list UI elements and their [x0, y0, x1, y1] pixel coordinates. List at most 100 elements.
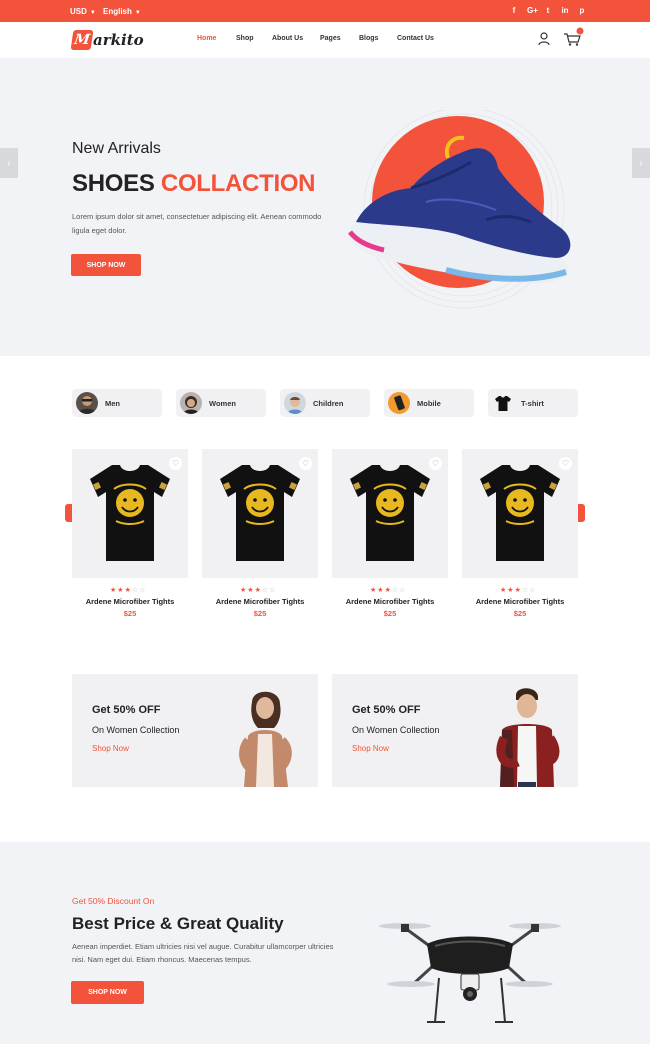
logo-mark: M — [70, 30, 94, 50]
header: M arkito Home Shop About Us Pages Blogs … — [0, 22, 650, 58]
product-card-image[interactable]: ♡ — [72, 449, 188, 578]
product-name[interactable]: Ardene Microfiber Tights — [202, 597, 318, 606]
star-empty-icon: ☆ — [529, 587, 537, 594]
chevron-down-icon: ▼ — [89, 10, 96, 16]
language-select[interactable]: English ▼ — [103, 7, 141, 16]
women-avatar-icon — [180, 392, 202, 414]
logo-text: arkito — [93, 31, 144, 49]
nav-about-us[interactable]: About Us — [272, 35, 303, 42]
category-label: Women — [209, 399, 236, 408]
linkedin-icon[interactable]: in — [561, 6, 569, 15]
nav-contact-us[interactable]: Contact Us — [397, 35, 434, 42]
promo-subheading: On Women Collection — [352, 725, 440, 735]
product-name[interactable]: Ardene Microfiber Tights — [72, 597, 188, 606]
heart-icon[interactable]: ♡ — [299, 457, 312, 470]
star-filled-icon: ★ — [514, 587, 522, 594]
star-empty-icon: ☆ — [399, 587, 407, 594]
drone-image — [379, 923, 561, 1023]
product-card-image[interactable]: ♡ — [332, 449, 448, 578]
product-card-image[interactable]: ♡ — [202, 449, 318, 578]
product-price: $25 — [383, 609, 397, 618]
chevron-left-icon: ‹ — [7, 157, 11, 169]
rating-stars: ★★★☆☆ — [500, 586, 536, 594]
hero-subtitle: New Arrivals — [72, 140, 161, 157]
discount-kicker: Get 50% Discount On — [72, 896, 155, 906]
product-price: $25 — [123, 609, 137, 618]
woman-model-image — [239, 691, 292, 787]
hero-title: SHOES COLLACTION — [72, 170, 316, 198]
promo-subheading: On Women Collection — [92, 725, 180, 735]
hero-next-button[interactable]: › — [632, 148, 650, 178]
currency-select[interactable]: USD ▼ — [70, 7, 96, 16]
star-empty-icon: ☆ — [139, 587, 147, 594]
promo-banner-women[interactable]: Get 50% OFF On Women Collection Shop Now — [72, 674, 318, 787]
category-label: Mobile — [417, 399, 441, 408]
rating-stars: ★★★☆☆ — [110, 586, 146, 594]
chevron-right-icon: › — [639, 157, 643, 169]
nav-shop[interactable]: Shop — [236, 35, 254, 42]
discount-section: Get 50% Discount On Best Price & Great Q… — [0, 842, 650, 1044]
category-tshirt[interactable]: T-shirt — [488, 389, 578, 417]
top-bar: USD ▼ English ▼ f G+ t in p — [0, 0, 650, 22]
google-plus-icon[interactable]: G+ — [527, 6, 538, 15]
mobile-icon — [388, 392, 410, 414]
discount-text: Aenean imperdiet. Etiam ultricies nisi v… — [72, 942, 334, 964]
nav-pages[interactable]: Pages — [320, 35, 341, 42]
category-label: Children — [313, 399, 344, 408]
shoe-image — [348, 110, 571, 309]
star-filled-icon: ★ — [507, 587, 515, 594]
rating-stars: ★★★☆☆ — [370, 586, 406, 594]
heart-icon[interactable]: ♡ — [559, 457, 572, 470]
discount-shop-now-button[interactable]: SHOP NOW — [71, 981, 144, 1004]
pinterest-icon[interactable]: p — [578, 6, 586, 15]
product-price: $25 — [253, 609, 267, 618]
heart-icon[interactable]: ♡ — [429, 457, 442, 470]
hero-shop-now-button[interactable]: SHOP NOW — [71, 254, 141, 276]
nav-home[interactable]: Home — [197, 35, 216, 42]
tshirt-icon — [492, 392, 514, 414]
star-filled-icon: ★ — [384, 587, 392, 594]
nav-blogs[interactable]: Blogs — [359, 35, 378, 42]
user-icon[interactable] — [538, 32, 550, 46]
social-links: f G+ t in p — [510, 6, 586, 15]
logo[interactable]: M arkito — [70, 30, 144, 50]
tshirt-image — [350, 465, 430, 561]
product-name[interactable]: Ardene Microfiber Tights — [462, 597, 578, 606]
category-children[interactable]: Children — [280, 389, 370, 417]
category-mobile[interactable]: Mobile — [384, 389, 474, 417]
tshirt-image — [480, 465, 560, 561]
heart-icon[interactable]: ♡ — [169, 457, 182, 470]
men-avatar-icon — [76, 392, 98, 414]
star-empty-icon: ☆ — [269, 587, 277, 594]
product-card-image[interactable]: ♡ — [462, 449, 578, 578]
tshirt-image — [220, 465, 300, 561]
promo-banner-men[interactable]: Get 50% OFF On Women Collection Shop Now — [332, 674, 578, 787]
twitter-icon[interactable]: t — [544, 6, 552, 15]
cart-icon[interactable] — [563, 27, 585, 47]
promo-shop-now-link[interactable]: Shop Now — [352, 744, 389, 753]
star-filled-icon: ★ — [377, 587, 385, 594]
children-avatar-icon — [284, 392, 306, 414]
rating-stars: ★★★☆☆ — [240, 586, 276, 594]
product-name[interactable]: Ardene Microfiber Tights — [332, 597, 448, 606]
hero-prev-button[interactable]: ‹ — [0, 148, 18, 178]
chevron-down-icon: ▼ — [134, 10, 141, 16]
promo-heading: Get 50% OFF — [92, 704, 161, 716]
promo-heading: Get 50% OFF — [352, 704, 421, 716]
currency-value: USD — [70, 7, 87, 16]
category-women[interactable]: Women — [176, 389, 266, 417]
product-price: $25 — [513, 609, 527, 618]
language-value: English — [103, 7, 132, 16]
category-label: T-shirt — [521, 399, 544, 408]
star-filled-icon: ★ — [117, 587, 125, 594]
category-men[interactable]: Men — [72, 389, 162, 417]
facebook-icon[interactable]: f — [510, 6, 518, 15]
tshirt-image — [90, 465, 170, 561]
star-filled-icon: ★ — [254, 587, 262, 594]
hero-title-part2: COLLACTION — [160, 170, 316, 197]
star-filled-icon: ★ — [247, 587, 255, 594]
man-model-image — [496, 688, 560, 787]
category-label: Men — [105, 399, 120, 408]
promo-shop-now-link[interactable]: Shop Now — [92, 744, 129, 753]
discount-title: Best Price & Great Quality — [72, 914, 284, 933]
